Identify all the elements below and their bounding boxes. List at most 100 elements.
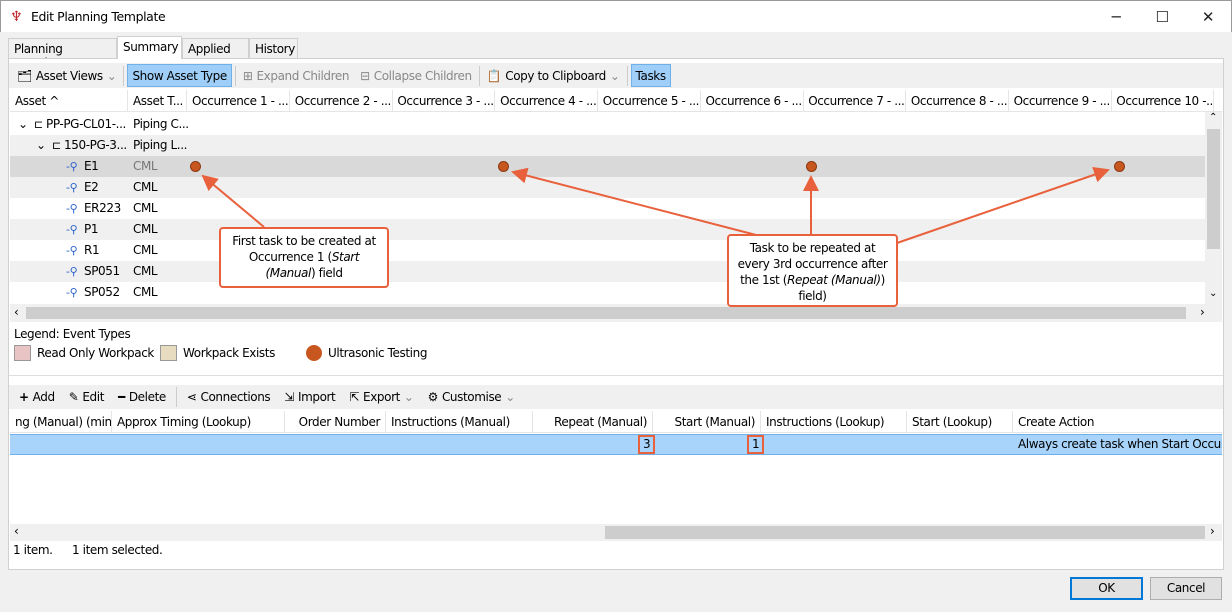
chevron-down-icon: ⌄: [403, 390, 414, 404]
status-count: 1 item.: [13, 543, 53, 557]
ultrasonic-testing-event-dot[interactable]: [1114, 161, 1126, 172]
tab-applied-to[interactable]: Applied To: [182, 38, 249, 70]
chevron-down-icon: ⌄: [505, 390, 515, 404]
column-header[interactable]: Occurrence 3 - ...: [392, 90, 496, 111]
asset-name: R1: [84, 243, 100, 257]
tasks-toolbar: + Add ✎ Edit ━ Delete ⋖ Connections ⇲ Import …: [9, 385, 1223, 409]
ultrasonic-testing-event-dot[interactable]: [806, 161, 818, 172]
tasks-toggle[interactable]: Tasks: [630, 64, 671, 87]
repeat-manual-cell[interactable]: 3: [638, 435, 656, 454]
maximize-button[interactable]: ☐: [1139, 5, 1185, 29]
column-header[interactable]: Create Action: [1013, 411, 1222, 432]
column-header[interactable]: Instructions (Lookup): [761, 411, 907, 432]
tasks-horizontal-scrollbar[interactable]: ‹ ›: [10, 524, 1222, 541]
copy-icon: 📋: [486, 68, 502, 83]
collapse-children-button[interactable]: ⊟ Collapse Children: [356, 64, 476, 87]
scrollbar-thumb[interactable]: [1207, 129, 1220, 249]
vertical-scrollbar[interactable]: ⌃ ⌄: [1205, 112, 1222, 304]
scrollbar-thumb[interactable]: [26, 307, 1186, 319]
legend-read-only-workpack: Read Only Workpack: [14, 345, 154, 361]
asset-row[interactable]: -⚲ R1 CML: [10, 240, 1205, 261]
column-header[interactable]: Occurrence 6 - ...: [701, 90, 804, 111]
asset-row[interactable]: ⌄ ⊏ PP-PG-CL01-... Piping C...: [10, 114, 1205, 135]
column-header[interactable]: Asset T...: [128, 90, 187, 111]
column-header[interactable]: Instructions (Manual): [386, 411, 533, 432]
column-header[interactable]: Start (Manual): [653, 411, 761, 432]
asset-row[interactable]: -⚲ E1 CML: [10, 156, 1205, 177]
column-header[interactable]: Asset ^: [10, 90, 128, 111]
import-icon: ⇲: [284, 390, 294, 404]
connections-button[interactable]: ⋖ Connections: [183, 386, 274, 409]
asset-row[interactable]: -⚲ P1 CML: [10, 219, 1205, 240]
asset-name: ER223: [84, 201, 121, 215]
tab-history[interactable]: History: [249, 38, 298, 59]
ultrasonic-testing-event-dot[interactable]: [498, 161, 510, 172]
asset-row[interactable]: -⚲ E2 CML: [10, 177, 1205, 198]
expand-icon: ⊞: [242, 68, 253, 83]
column-header[interactable]: Occurrence 4 - ...: [495, 90, 599, 111]
column-header[interactable]: Occurrence 5 - ...: [598, 90, 701, 111]
asset-row[interactable]: -⚲ ER223 CML: [10, 198, 1205, 219]
copy-to-clipboard-button[interactable]: 📋 Copy to Clipboard ⌄: [483, 64, 624, 87]
close-button[interactable]: ✕: [1185, 5, 1231, 29]
callout-text: Task to be repeated at: [749, 241, 876, 255]
delete-button[interactable]: ━ Delete: [114, 386, 170, 409]
horizontal-scrollbar[interactable]: ‹ ›: [10, 304, 1222, 322]
chevron-down-icon[interactable]: ⌄: [18, 114, 28, 135]
asset-row[interactable]: -⚲ SP052 CML: [10, 282, 1205, 303]
column-header[interactable]: Order Number: [285, 411, 386, 432]
export-button[interactable]: ⇱ Export ⌄: [345, 386, 417, 409]
ok-button[interactable]: OK: [1070, 577, 1143, 600]
column-header[interactable]: Occurrence 1 - ...: [187, 90, 290, 111]
column-header[interactable]: ng (Manual) (min): [10, 411, 112, 432]
scroll-right-icon[interactable]: ›: [1200, 305, 1205, 319]
callout-text: ): [880, 273, 886, 287]
asset-name: SP051: [84, 264, 120, 278]
edit-button[interactable]: ✎ Edit: [65, 386, 108, 409]
expand-children-button[interactable]: ⊞ Expand Children: [239, 64, 353, 87]
asset-row[interactable]: ⌄ ⊏ 150-PG-3... Piping L...: [10, 135, 1205, 156]
cml-icon: -⚲: [66, 202, 78, 215]
asset-row[interactable]: -⚲ SP051 CML: [10, 261, 1205, 282]
column-header[interactable]: Approx Timing (Lookup): [112, 411, 285, 432]
show-asset-type-toggle[interactable]: Show Asset Type: [127, 64, 232, 87]
pipe-icon: ⊏: [34, 118, 43, 131]
callout-text: Occurrence 1 (: [248, 250, 332, 264]
asset-grid-header: Asset ^ Asset T... Occurrence 1 - ... Occur…: [10, 90, 1222, 112]
scrollbar-thumb[interactable]: [605, 526, 1205, 539]
asset-name: PP-PG-CL01-...: [46, 117, 126, 131]
column-header[interactable]: Occurrence 8 - ...: [906, 90, 1009, 111]
column-header[interactable]: Occurrence 9 - ...: [1009, 90, 1112, 111]
tab-planning-template[interactable]: Planning Template: [8, 38, 117, 70]
scroll-left-icon[interactable]: ‹: [14, 524, 19, 538]
chevron-down-icon: ⌄: [609, 68, 620, 83]
callout-text: First task to be created at: [232, 234, 376, 248]
add-button[interactable]: + Add: [15, 386, 59, 409]
minimize-button[interactable]: ─: [1093, 5, 1139, 29]
column-header[interactable]: Repeat (Manual): [533, 411, 653, 432]
asset-views-button[interactable]: 🗂 Asset Views ⌄: [13, 64, 120, 87]
share-icon: ⋖: [186, 390, 197, 404]
scroll-up-icon[interactable]: ⌃: [1209, 112, 1217, 123]
column-header[interactable]: Start (Lookup): [907, 411, 1013, 432]
customise-button[interactable]: ⚙ Customise ⌄: [424, 386, 519, 409]
scroll-left-icon[interactable]: ‹: [14, 305, 19, 319]
start-manual-cell[interactable]: 1: [747, 435, 765, 454]
scroll-down-icon[interactable]: ⌄: [1209, 288, 1217, 299]
cml-icon: -⚲: [66, 286, 78, 299]
cancel-button[interactable]: Cancel: [1150, 577, 1222, 600]
ultrasonic-testing-event-dot[interactable]: [190, 161, 201, 172]
scroll-right-icon[interactable]: ›: [1210, 524, 1215, 538]
cml-icon: -⚲: [66, 244, 78, 257]
column-header[interactable]: Occurrence 10 -...: [1111, 90, 1215, 111]
chevron-down-icon[interactable]: ⌄: [36, 135, 46, 156]
tab-summary[interactable]: Summary: [117, 36, 182, 59]
cml-icon: -⚲: [66, 265, 78, 278]
column-header[interactable]: Occurrence 2 - ...: [290, 90, 393, 111]
cml-icon: -⚲: [66, 181, 78, 194]
task-row[interactable]: 3 1 Always create task when Start Occurr…: [10, 434, 1222, 455]
create-action-cell[interactable]: Always create task when Start Occurren: [1018, 437, 1222, 451]
import-button[interactable]: ⇲ Import: [280, 386, 339, 409]
column-header[interactable]: Occurrence 7 - ...: [803, 90, 907, 111]
legend-swatch: [14, 345, 31, 361]
